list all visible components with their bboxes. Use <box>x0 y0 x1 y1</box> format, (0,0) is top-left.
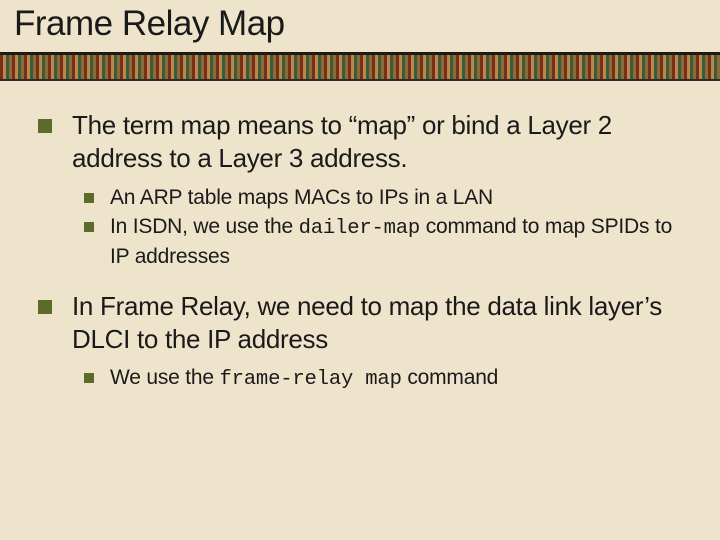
code-text: dailer-map <box>299 217 421 240</box>
list-item: The term map means to “map” or bind a La… <box>38 109 682 176</box>
bullet-square-icon <box>84 373 94 383</box>
code-text: frame-relay map <box>219 368 401 391</box>
bullet-square-icon <box>84 222 94 232</box>
list-item: An ARP table maps MACs to IPs in a LAN <box>84 184 682 211</box>
list-item-text: The term map means to “map” or bind a La… <box>72 109 682 176</box>
slide-content: The term map means to “map” or bind a La… <box>0 81 720 394</box>
list-item-text: We use the frame-relay map command <box>110 364 498 394</box>
bullet-square-icon <box>84 193 94 203</box>
list-item-text: In ISDN, we use the dailer-map command t… <box>110 213 682 270</box>
list-item-text: An ARP table maps MACs to IPs in a LAN <box>110 184 493 211</box>
list-item: In Frame Relay, we need to map the data … <box>38 290 682 357</box>
bullet-square-icon <box>38 119 52 133</box>
list-item: We use the frame-relay map command <box>84 364 682 394</box>
list-item-text: In Frame Relay, we need to map the data … <box>72 290 682 357</box>
slide-title: Frame Relay Map <box>14 4 706 44</box>
decorative-stripe <box>0 55 720 81</box>
bullet-square-icon <box>38 300 52 314</box>
list-item: In ISDN, we use the dailer-map command t… <box>84 213 682 270</box>
